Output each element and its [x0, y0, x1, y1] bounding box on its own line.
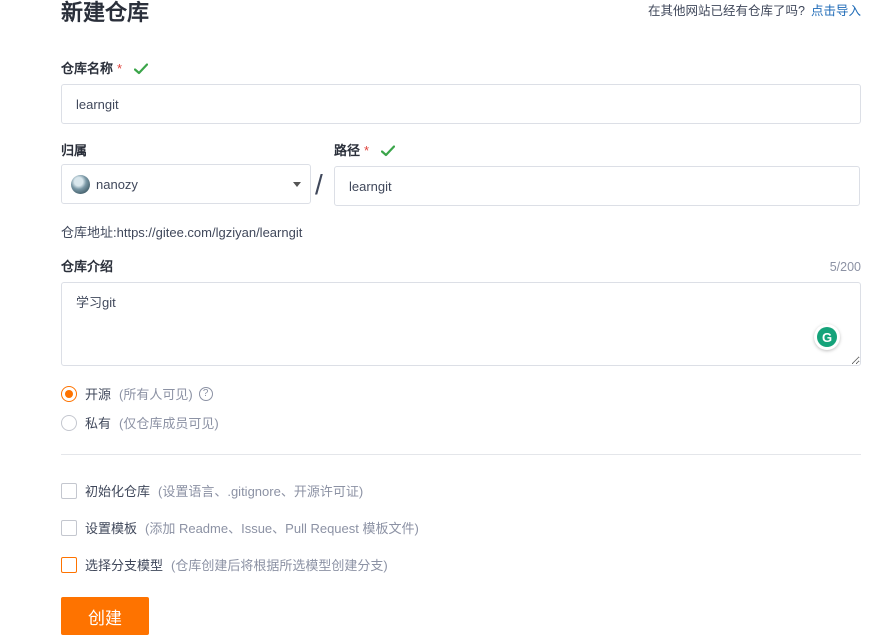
- repo-name-label: 仓库名称 *: [61, 61, 149, 77]
- option-template-label: 设置模板: [85, 521, 138, 536]
- visibility-private[interactable]: 私有 (仅仓库成员可见): [61, 413, 219, 432]
- visibility-private-hint: (仅仓库成员可见): [119, 416, 219, 431]
- path-label: 路径 *: [334, 143, 396, 159]
- description-label: 仓库介绍: [61, 259, 114, 274]
- description-textarea[interactable]: 学习git: [61, 282, 861, 366]
- check-icon: [134, 63, 149, 75]
- checkbox-init-repo[interactable]: [61, 482, 77, 499]
- owner-select[interactable]: nanozy: [61, 164, 311, 204]
- visibility-public-label: 开源: [85, 387, 112, 402]
- import-question: 在其他网站已经有仓库了吗?: [648, 4, 805, 18]
- avatar: [71, 174, 90, 194]
- radio-public[interactable]: [61, 385, 77, 402]
- option-branch-model-hint: (仓库创建后将根据所选模型创建分支): [171, 558, 388, 573]
- owner-label: 归属: [61, 143, 88, 158]
- option-init-repo-label: 初始化仓库: [85, 484, 151, 499]
- checkbox-template[interactable]: [61, 519, 77, 536]
- path-label-text: 路径: [334, 143, 361, 158]
- option-init-repo[interactable]: 初始化仓库 (设置语言、.gitignore、开源许可证): [61, 481, 363, 500]
- help-icon[interactable]: ?: [198, 386, 213, 401]
- page-title: 新建仓库: [61, 0, 150, 25]
- option-template-hint: (添加 Readme、Issue、Pull Request 模板文件): [145, 521, 419, 536]
- option-branch-model[interactable]: 选择分支模型 (仓库创建后将根据所选模型创建分支): [61, 555, 388, 574]
- required-mark: *: [364, 143, 370, 158]
- checkbox-branch-model[interactable]: [61, 556, 77, 573]
- owner-name: nanozy: [96, 176, 138, 192]
- create-button[interactable]: 创建: [61, 597, 149, 635]
- option-branch-model-label: 选择分支模型: [85, 558, 164, 573]
- grammarly-button[interactable]: G: [814, 324, 840, 350]
- path-separator: /: [315, 169, 323, 200]
- import-hint: 在其他网站已经有仓库了吗? 点击导入: [648, 3, 861, 19]
- radio-private[interactable]: [61, 414, 77, 431]
- repo-address: 仓库地址:https://gitee.com/lgziyan/learngit: [61, 225, 303, 240]
- visibility-private-label: 私有: [85, 416, 112, 431]
- repo-name-label-text: 仓库名称: [61, 61, 114, 76]
- char-counter: 5/200: [829, 260, 861, 274]
- path-input[interactable]: [334, 166, 860, 206]
- check-icon: [381, 145, 396, 157]
- import-link[interactable]: 点击导入: [811, 4, 861, 18]
- required-mark: *: [117, 61, 123, 76]
- caret-down-icon: [293, 182, 301, 187]
- visibility-public-hint: (所有人可见): [119, 387, 193, 402]
- visibility-public[interactable]: 开源 (所有人可见) ?: [61, 384, 213, 403]
- repo-name-input[interactable]: [61, 84, 861, 124]
- option-init-repo-hint: (设置语言、.gitignore、开源许可证): [158, 484, 364, 499]
- option-template[interactable]: 设置模板 (添加 Readme、Issue、Pull Request 模板文件): [61, 518, 419, 537]
- divider: [61, 454, 861, 455]
- grammarly-icon: G: [817, 327, 837, 347]
